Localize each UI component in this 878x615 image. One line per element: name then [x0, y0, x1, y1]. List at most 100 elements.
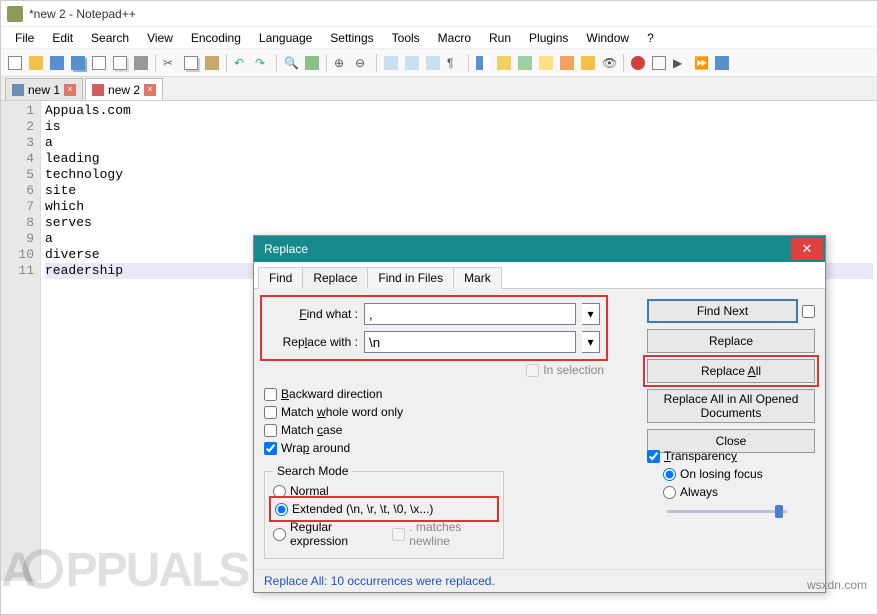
whole-word-checkbox[interactable]: [264, 406, 277, 419]
redo-button[interactable]: ↷: [252, 53, 272, 73]
redo-icon: ↷: [255, 56, 269, 70]
undo-button[interactable]: ↶: [231, 53, 251, 73]
show-all-chars-button[interactable]: ¶: [444, 53, 464, 73]
replace-icon: [305, 56, 319, 70]
code-line: leading: [45, 151, 873, 167]
save-macro-button[interactable]: [712, 53, 732, 73]
dialog-status: Replace All: 10 occurrences were replace…: [254, 569, 825, 592]
menu-view[interactable]: View: [139, 29, 181, 47]
separator: [468, 54, 469, 72]
stop-button[interactable]: [649, 53, 669, 73]
separator: [226, 54, 227, 72]
close-all-button[interactable]: [110, 53, 130, 73]
replace-history-dropdown[interactable]: ▾: [582, 331, 600, 353]
always-radio[interactable]: [663, 486, 676, 499]
mode-extended-radio[interactable]: [275, 503, 288, 516]
menu-file[interactable]: File: [7, 29, 42, 47]
menu-search[interactable]: Search: [83, 29, 137, 47]
play-button[interactable]: ▶: [670, 53, 690, 73]
doc-map-button[interactable]: [515, 53, 535, 73]
find-what-input[interactable]: [364, 303, 576, 325]
menu-language[interactable]: Language: [251, 29, 320, 47]
find-next-button[interactable]: Find Next: [647, 299, 798, 323]
folder-open-icon: [29, 56, 43, 70]
dialog-titlebar[interactable]: Replace ✕: [254, 236, 825, 262]
slider-thumb[interactable]: [775, 505, 783, 518]
titlebar: *new 2 - Notepad++: [1, 1, 877, 27]
new-file-button[interactable]: [5, 53, 25, 73]
tab-find-in-files[interactable]: Find in Files: [367, 267, 454, 289]
match-case-checkbox[interactable]: [264, 424, 277, 437]
menu-macro[interactable]: Macro: [430, 29, 479, 47]
record-button[interactable]: [628, 53, 648, 73]
sync-h-icon: [405, 56, 419, 70]
open-file-button[interactable]: [26, 53, 46, 73]
user-lang-button[interactable]: [494, 53, 514, 73]
stop-icon: [652, 56, 666, 70]
menu-help[interactable]: ?: [639, 29, 662, 47]
in-selection-checkbox[interactable]: [526, 364, 539, 377]
doc-list-button[interactable]: [536, 53, 556, 73]
save-button[interactable]: [47, 53, 67, 73]
on-losing-focus-radio[interactable]: [663, 468, 676, 481]
tab-replace[interactable]: Replace: [302, 267, 368, 289]
save-all-button[interactable]: [68, 53, 88, 73]
find-next-direction-checkbox[interactable]: [802, 305, 815, 318]
transparency-checkbox[interactable]: [647, 450, 660, 463]
on-losing-focus-label: On losing focus: [680, 467, 763, 481]
replace-all-docs-button[interactable]: Replace All in All Opened Documents: [647, 389, 815, 423]
doc-list-icon: [539, 56, 553, 70]
find-history-dropdown[interactable]: ▾: [582, 303, 600, 325]
doctab-new1[interactable]: new 1 ×: [5, 78, 83, 100]
dialog-buttons: Find Next Replace Replace All Replace Al…: [647, 299, 815, 453]
copy-button[interactable]: [181, 53, 201, 73]
zoom-in-button[interactable]: ⊕: [331, 53, 351, 73]
sync-v-button[interactable]: [381, 53, 401, 73]
monitoring-button[interactable]: 👁: [599, 53, 619, 73]
close-tab-button[interactable]: ×: [64, 84, 76, 96]
replace-all-button[interactable]: Replace All: [647, 359, 815, 383]
indent-guide-button[interactable]: [473, 53, 493, 73]
line-number: 4: [3, 151, 34, 167]
fast-forward-icon: ⏩: [694, 56, 708, 70]
menu-edit[interactable]: Edit: [44, 29, 81, 47]
replace-button[interactable]: [302, 53, 322, 73]
zoom-out-icon: ⊖: [355, 56, 369, 70]
toolbar: ✂ ↶ ↷ 🔍 ⊕ ⊖ ¶ 👁 ▶ ⏩: [1, 49, 877, 77]
menu-plugins[interactable]: Plugins: [521, 29, 576, 47]
whole-word-label: Match whole word only: [281, 405, 403, 419]
func-list-button[interactable]: [557, 53, 577, 73]
transparency-slider[interactable]: [667, 503, 787, 519]
menu-tools[interactable]: Tools: [384, 29, 428, 47]
line-number: 2: [3, 119, 34, 135]
menu-encoding[interactable]: Encoding: [183, 29, 249, 47]
tab-find[interactable]: Find: [258, 267, 303, 289]
find-button[interactable]: 🔍: [281, 53, 301, 73]
mode-regex-radio[interactable]: [273, 528, 286, 541]
tab-mark[interactable]: Mark: [453, 267, 502, 289]
backward-checkbox[interactable]: [264, 388, 277, 401]
cut-button[interactable]: ✂: [160, 53, 180, 73]
menu-run[interactable]: Run: [481, 29, 519, 47]
zoom-out-button[interactable]: ⊖: [352, 53, 372, 73]
wrap-checkbox[interactable]: [264, 442, 277, 455]
mode-normal-radio[interactable]: [273, 485, 286, 498]
close-file-button[interactable]: [89, 53, 109, 73]
play-multi-button[interactable]: ⏩: [691, 53, 711, 73]
dotall-checkbox[interactable]: [392, 528, 405, 541]
folder-workspace-button[interactable]: [578, 53, 598, 73]
paste-button[interactable]: [202, 53, 222, 73]
wrap-button[interactable]: [423, 53, 443, 73]
close-tab-button[interactable]: ×: [144, 84, 156, 96]
replace-with-input[interactable]: [364, 331, 576, 353]
line-number: 11: [3, 263, 34, 279]
menu-settings[interactable]: Settings: [322, 29, 381, 47]
replace-button[interactable]: Replace: [647, 329, 815, 353]
menu-window[interactable]: Window: [578, 29, 637, 47]
sync-h-button[interactable]: [402, 53, 422, 73]
mode-regex-label: Regular expression: [290, 520, 382, 548]
doctab-new2[interactable]: new 2 ×: [85, 78, 163, 100]
dialog-close-button[interactable]: ✕: [791, 238, 823, 260]
dotall-label: . matches newline: [409, 520, 495, 548]
print-button[interactable]: [131, 53, 151, 73]
